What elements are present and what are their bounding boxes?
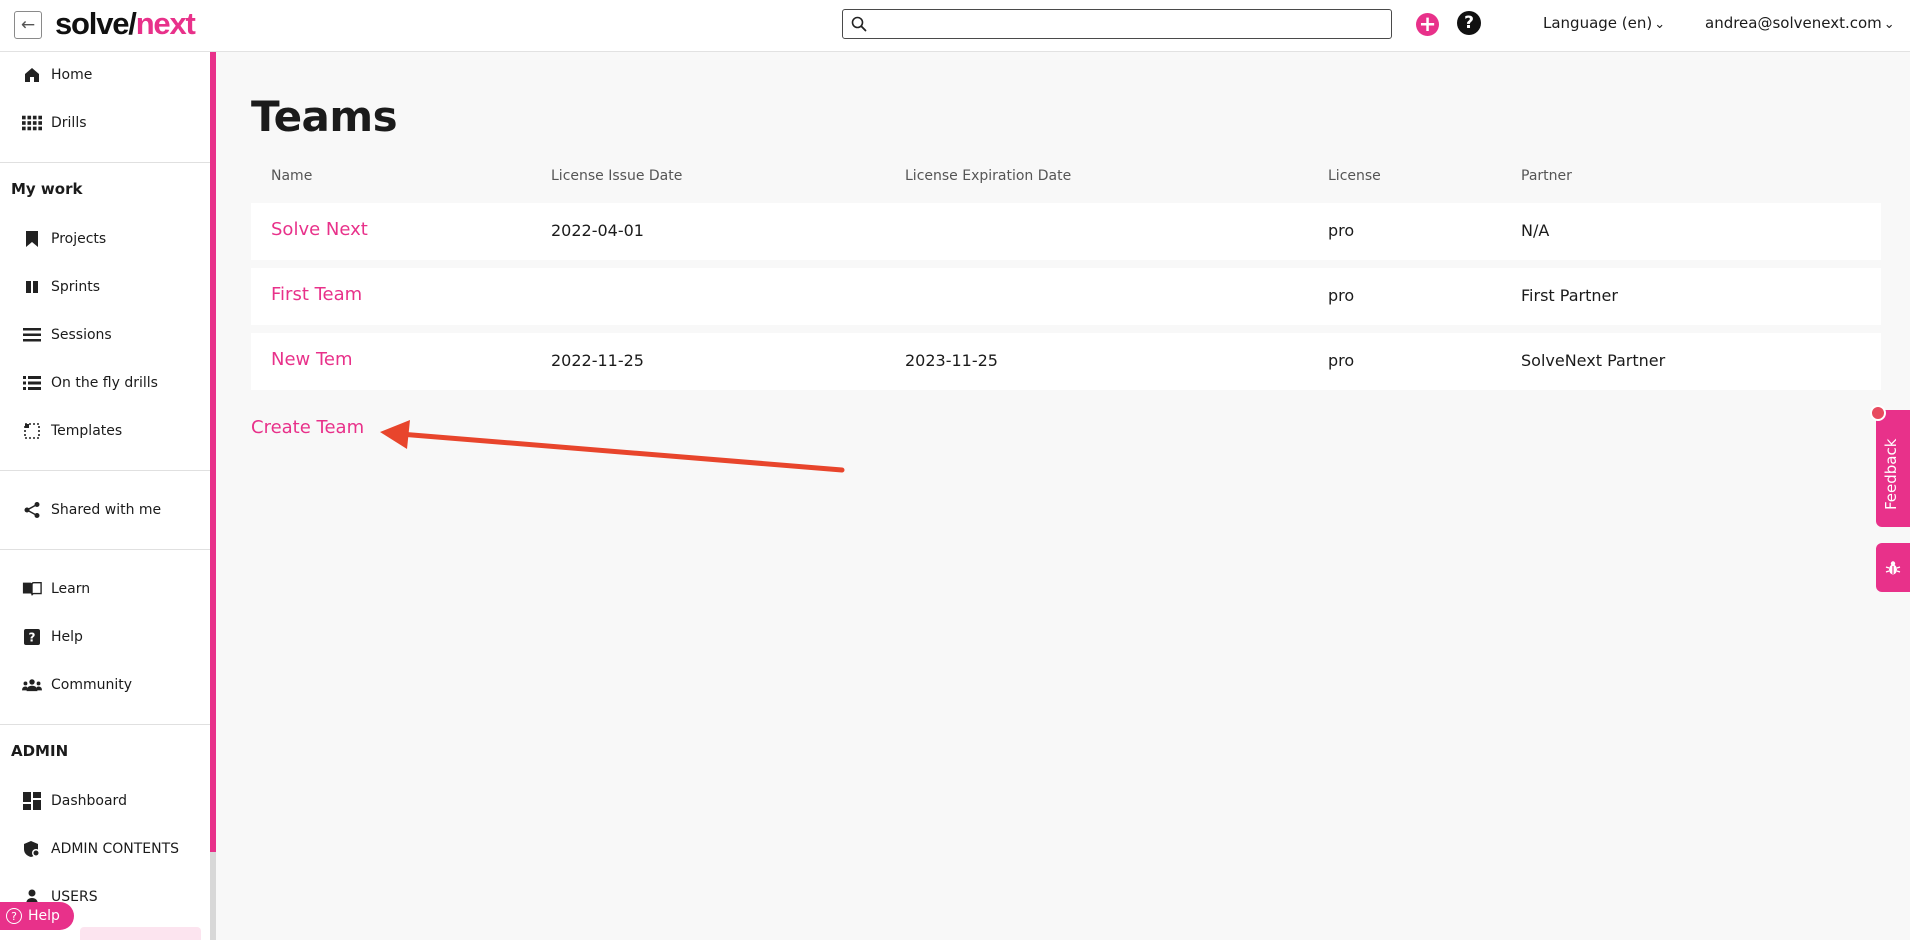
table-row: First Team pro First Partner <box>251 268 1881 325</box>
logo[interactable]: solve/next <box>55 6 196 42</box>
help-circle-icon[interactable]: ? <box>1457 11 1481 35</box>
search-icon <box>851 16 867 32</box>
sidebar-divider <box>0 162 210 163</box>
partner-name: SolveNext Partner <box>1521 351 1666 370</box>
feedback-tab[interactable]: Feedback <box>1876 410 1910 527</box>
help-floating-button[interactable]: ? Help <box>0 902 74 930</box>
sidebar-item-shared-with-me[interactable]: Shared with me <box>22 498 161 522</box>
partner-name: First Partner <box>1521 286 1618 305</box>
bug-report-button[interactable] <box>1876 543 1910 592</box>
sidebar-item-community[interactable]: Community <box>22 673 132 697</box>
back-button[interactable]: ← <box>14 11 42 39</box>
column-header-license-expiration-date: License Expiration Date <box>905 168 1072 184</box>
section-my-work: My work <box>11 180 83 198</box>
create-team-link[interactable]: Create Team <box>251 417 364 438</box>
sidebar-item-sprints[interactable]: Sprints <box>22 275 100 299</box>
svg-text:?: ? <box>29 631 36 645</box>
share-icon <box>22 500 42 520</box>
page-title: Teams <box>251 92 398 141</box>
language-selector[interactable]: Language (en) ⌄ <box>1543 14 1665 32</box>
sidebar-item-projects[interactable]: Projects <box>22 227 106 251</box>
sidebar-item-templates[interactable]: Templates <box>22 419 122 443</box>
license-expiration-date: 2023-11-25 <box>905 351 998 370</box>
template-icon <box>22 421 42 441</box>
table-row: Solve Next 2022-04-01 pro N/A <box>251 203 1881 260</box>
license-issue-date: 2022-04-01 <box>551 221 644 240</box>
table-row: New Tem 2022-11-25 2023-11-25 pro SolveN… <box>251 333 1881 390</box>
shield-icon <box>22 839 42 859</box>
list-icon <box>22 325 42 345</box>
sidebar-item-admin-contents[interactable]: ADMIN CONTENTS <box>22 837 179 861</box>
user-menu[interactable]: andrea@solvenext.com ⌄ <box>1705 14 1895 32</box>
team-name-link[interactable]: Solve Next <box>271 219 368 240</box>
sidebar-divider <box>0 549 210 550</box>
team-name-link[interactable]: First Team <box>271 284 362 305</box>
sidebar-item-on-the-fly-drills[interactable]: On the fly drills <box>22 371 158 395</box>
question-icon: ? <box>6 908 22 924</box>
people-icon <box>22 675 42 695</box>
license-type: pro <box>1328 286 1355 305</box>
close-feedback-icon[interactable] <box>1870 405 1886 421</box>
partner-name: N/A <box>1521 221 1550 240</box>
sidebar-divider <box>0 724 210 725</box>
list-detail-icon <box>22 373 42 393</box>
chevron-down-icon: ⌄ <box>1883 17 1895 32</box>
column-header-name: Name <box>271 168 313 184</box>
help-icon: ? <box>22 627 42 647</box>
chevron-down-icon: ⌄ <box>1654 17 1666 32</box>
sidebar-divider <box>0 470 210 471</box>
column-header-license: License <box>1328 168 1381 184</box>
sidebar-item-drills[interactable]: Drills <box>22 111 87 135</box>
sidebar-active-item-bg <box>80 927 201 940</box>
license-type: pro <box>1328 351 1355 370</box>
sidebar-item-help[interactable]: ? Help <box>22 625 83 649</box>
license-type: pro <box>1328 221 1355 240</box>
column-header-license-issue-date: License Issue Date <box>551 168 683 184</box>
add-icon[interactable]: + <box>1416 13 1439 36</box>
column-header-partner: Partner <box>1521 168 1572 184</box>
home-icon <box>22 65 42 85</box>
sidebar-item-home[interactable]: Home <box>22 63 92 87</box>
columns-icon <box>22 277 42 297</box>
grid-icon <box>22 113 42 133</box>
search-box[interactable] <box>842 9 1392 39</box>
top-bar: ← solve/next + ? Language (en) ⌄ andrea@s… <box>0 0 1910 52</box>
team-name-link[interactable]: New Tem <box>271 349 353 370</box>
license-issue-date: 2022-11-25 <box>551 351 644 370</box>
section-admin: ADMIN <box>11 742 69 760</box>
annotation-arrow <box>380 420 845 473</box>
sidebar-item-dashboard[interactable]: Dashboard <box>22 789 127 813</box>
sidebar-item-learn[interactable]: Learn <box>22 577 90 601</box>
sidebar-item-sessions[interactable]: Sessions <box>22 323 112 347</box>
sidebar-scroll-track[interactable] <box>210 852 216 940</box>
search-input[interactable] <box>873 13 1383 35</box>
dashboard-icon <box>22 791 42 811</box>
arrow-left-icon: ← <box>20 15 36 35</box>
book-icon <box>22 579 42 599</box>
sidebar-scroll-thumb[interactable] <box>210 52 216 852</box>
bookmark-icon <box>22 229 42 249</box>
bug-icon <box>1885 560 1901 574</box>
